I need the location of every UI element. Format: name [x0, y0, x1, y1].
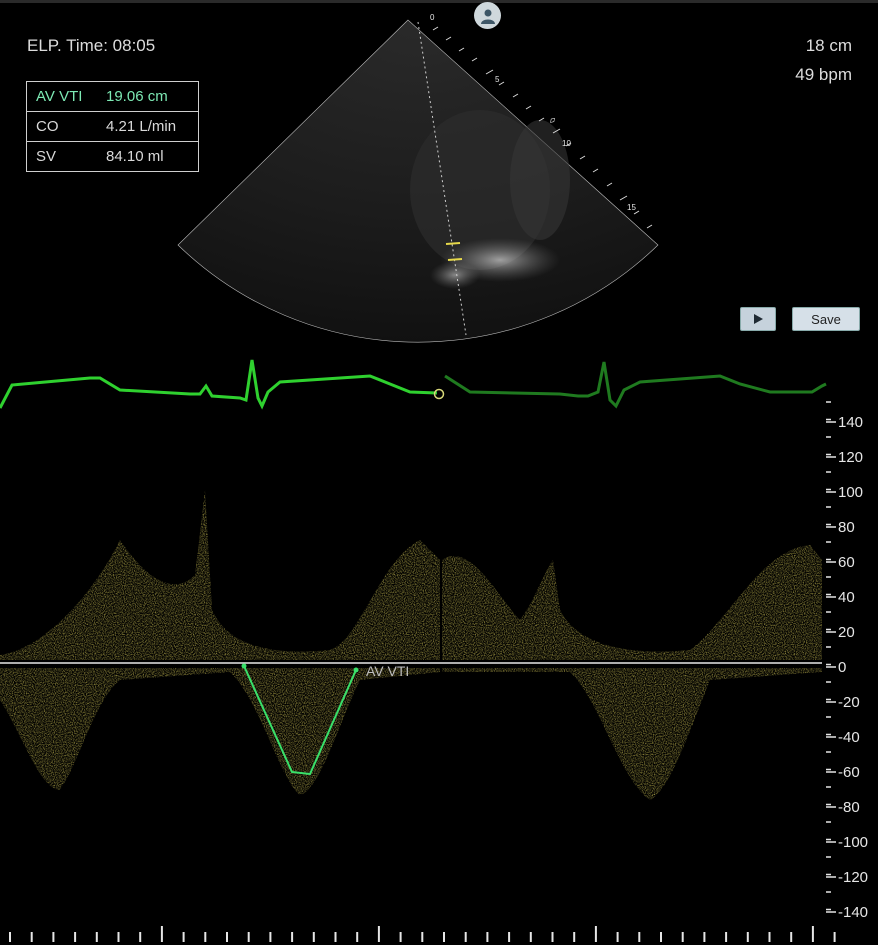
depth-tick-15: 15	[627, 203, 636, 212]
measurement-table: AV VTI 19.06 cm CO 4.21 L/min SV 84.10 m…	[26, 81, 199, 172]
measurement-label: SV	[36, 148, 57, 165]
velocity-tick-label: 40	[838, 589, 855, 606]
velocity-tick-label: 80	[838, 519, 855, 536]
measurement-row-av-vti[interactable]: AV VTI 19.06 cm	[27, 82, 198, 112]
ecg-trace	[0, 359, 827, 410]
velocity-tick-label: -80	[838, 799, 860, 816]
velocity-tick-label: 20	[838, 624, 855, 641]
depth-tick-5: 5	[495, 75, 500, 84]
elapsed-time: ELP. Time: 08:05	[27, 36, 156, 55]
echo-sector-image: 0 5 10 15 ◊	[177, 13, 659, 343]
depth-tick-10: 10	[562, 139, 571, 148]
velocity-tick-label: 60	[838, 554, 855, 571]
measurement-row-sv[interactable]: SV 84.10 ml	[27, 142, 198, 171]
play-button[interactable]	[740, 307, 776, 331]
velocity-tick-label: 0	[838, 659, 846, 676]
measurement-value: 4.21 L/min	[106, 118, 177, 135]
velocity-tick-label: -140	[838, 904, 868, 921]
doppler-spectrum	[0, 490, 822, 800]
measurement-value: 19.06 cm	[106, 88, 168, 105]
velocity-tick-label: -20	[838, 694, 860, 711]
measurement-value: 84.10 ml	[106, 148, 164, 165]
play-icon	[754, 314, 763, 324]
velocity-tick-label: 120	[838, 449, 863, 466]
velocity-tick-label: -120	[838, 869, 868, 886]
sample-gate-bottom[interactable]	[447, 258, 463, 261]
depth-tick-0: 0	[430, 13, 435, 22]
sample-gate-top[interactable]	[445, 242, 461, 245]
measurement-row-co[interactable]: CO 4.21 L/min	[27, 112, 198, 142]
save-button[interactable]: Save	[792, 307, 860, 331]
velocity-tick-label: -60	[838, 764, 860, 781]
vti-annotation: AV VTI	[366, 663, 409, 679]
depth-readout: 18 cm	[805, 36, 852, 55]
time-axis	[9, 926, 836, 942]
heart-rate-readout: 49 bpm	[795, 65, 852, 84]
velocity-tick-label: 100	[838, 484, 863, 501]
velocity-tick-label: 140	[838, 414, 863, 431]
velocity-tick-label: -100	[838, 834, 868, 851]
patient-icon[interactable]	[474, 2, 501, 29]
velocity-tick-label: -40	[838, 729, 860, 746]
measurement-label: CO	[36, 118, 59, 135]
measurement-label: AV VTI	[36, 88, 83, 105]
velocity-scale: 140 120 100 80 60 40 20 0 -20 -40 -60 -80 -100 -120 -1…	[826, 401, 868, 921]
